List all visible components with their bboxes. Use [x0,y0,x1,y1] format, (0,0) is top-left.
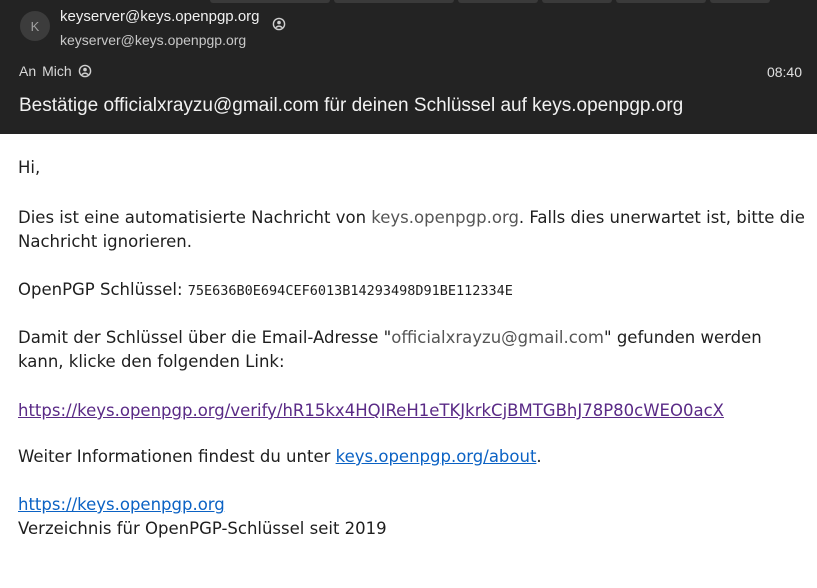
message-body: Hi, Dies ist eine automatisierte Nachric… [18,156,808,541]
sender-avatar[interactable]: K [20,11,50,41]
footer-link[interactable]: https://keys.openpgp.org [18,495,225,514]
info-paragraph: Weiter Informationen findest du unter ke… [18,445,808,469]
verify-link[interactable]: https://keys.openpgp.org/verify/hR15kx4H… [18,401,724,420]
recipient-name[interactable]: Mich [42,63,72,79]
toolbar-tab[interactable] [542,0,612,3]
greeting: Hi, [18,158,41,177]
recipient-row: An Mich [19,63,92,79]
intro-domain: keys.openpgp.org [371,208,519,227]
to-label: An [19,63,37,79]
message-subject: Bestätige officialxrayzu@gmail.com für d… [19,95,684,116]
info-text-end: . [536,447,542,466]
key-label: OpenPGP Schlüssel: [18,280,188,299]
sender-name[interactable]: keyserver@keys.openpgp.org [60,8,260,25]
confirm-paragraph: Damit der Schlüssel über die Email-Adres… [18,326,808,374]
footer-text: Verzeichnis für OpenPGP-Schlüssel seit 2… [18,519,387,538]
intro-text: Dies ist eine automatisierte Nachricht v… [18,208,372,227]
intro-paragraph: Dies ist eine automatisierte Nachricht v… [18,206,808,254]
about-link[interactable]: keys.openpgp.org/about [336,447,537,466]
privacy-shield-icon[interactable] [272,17,286,31]
key-paragraph: OpenPGP Schlüssel: 75E636B0E694CEF6013B1… [18,278,808,303]
toolbar-tab[interactable] [334,0,454,3]
toolbar-tab[interactable] [616,0,706,3]
confirm-text: Damit der Schlüssel über die Email-Adres… [18,328,392,347]
message-header: K keyserver@keys.openpgp.org keyserver@k… [0,0,817,134]
key-fingerprint: 75E636B0E694CEF6013B14293498D91BE112334E [187,283,513,299]
toolbar-tab[interactable] [458,0,538,3]
confirm-email: officialxrayzu@gmail.com [391,328,604,347]
toolbar-tab[interactable] [710,0,770,3]
footer-paragraph: https://keys.openpgp.org Verzeichnis für … [18,493,808,541]
sender-email: keyserver@keys.openpgp.org [60,32,247,48]
recipient-avatar-icon [78,64,91,78]
info-text: Weiter Informationen findest du unter [18,447,336,466]
toolbar-tab[interactable] [210,0,330,3]
toolbar-tabs [210,0,770,3]
message-time: 08:40 [766,64,802,80]
verify-paragraph: https://keys.openpgp.org/verify/hR15kx4H… [18,399,808,423]
